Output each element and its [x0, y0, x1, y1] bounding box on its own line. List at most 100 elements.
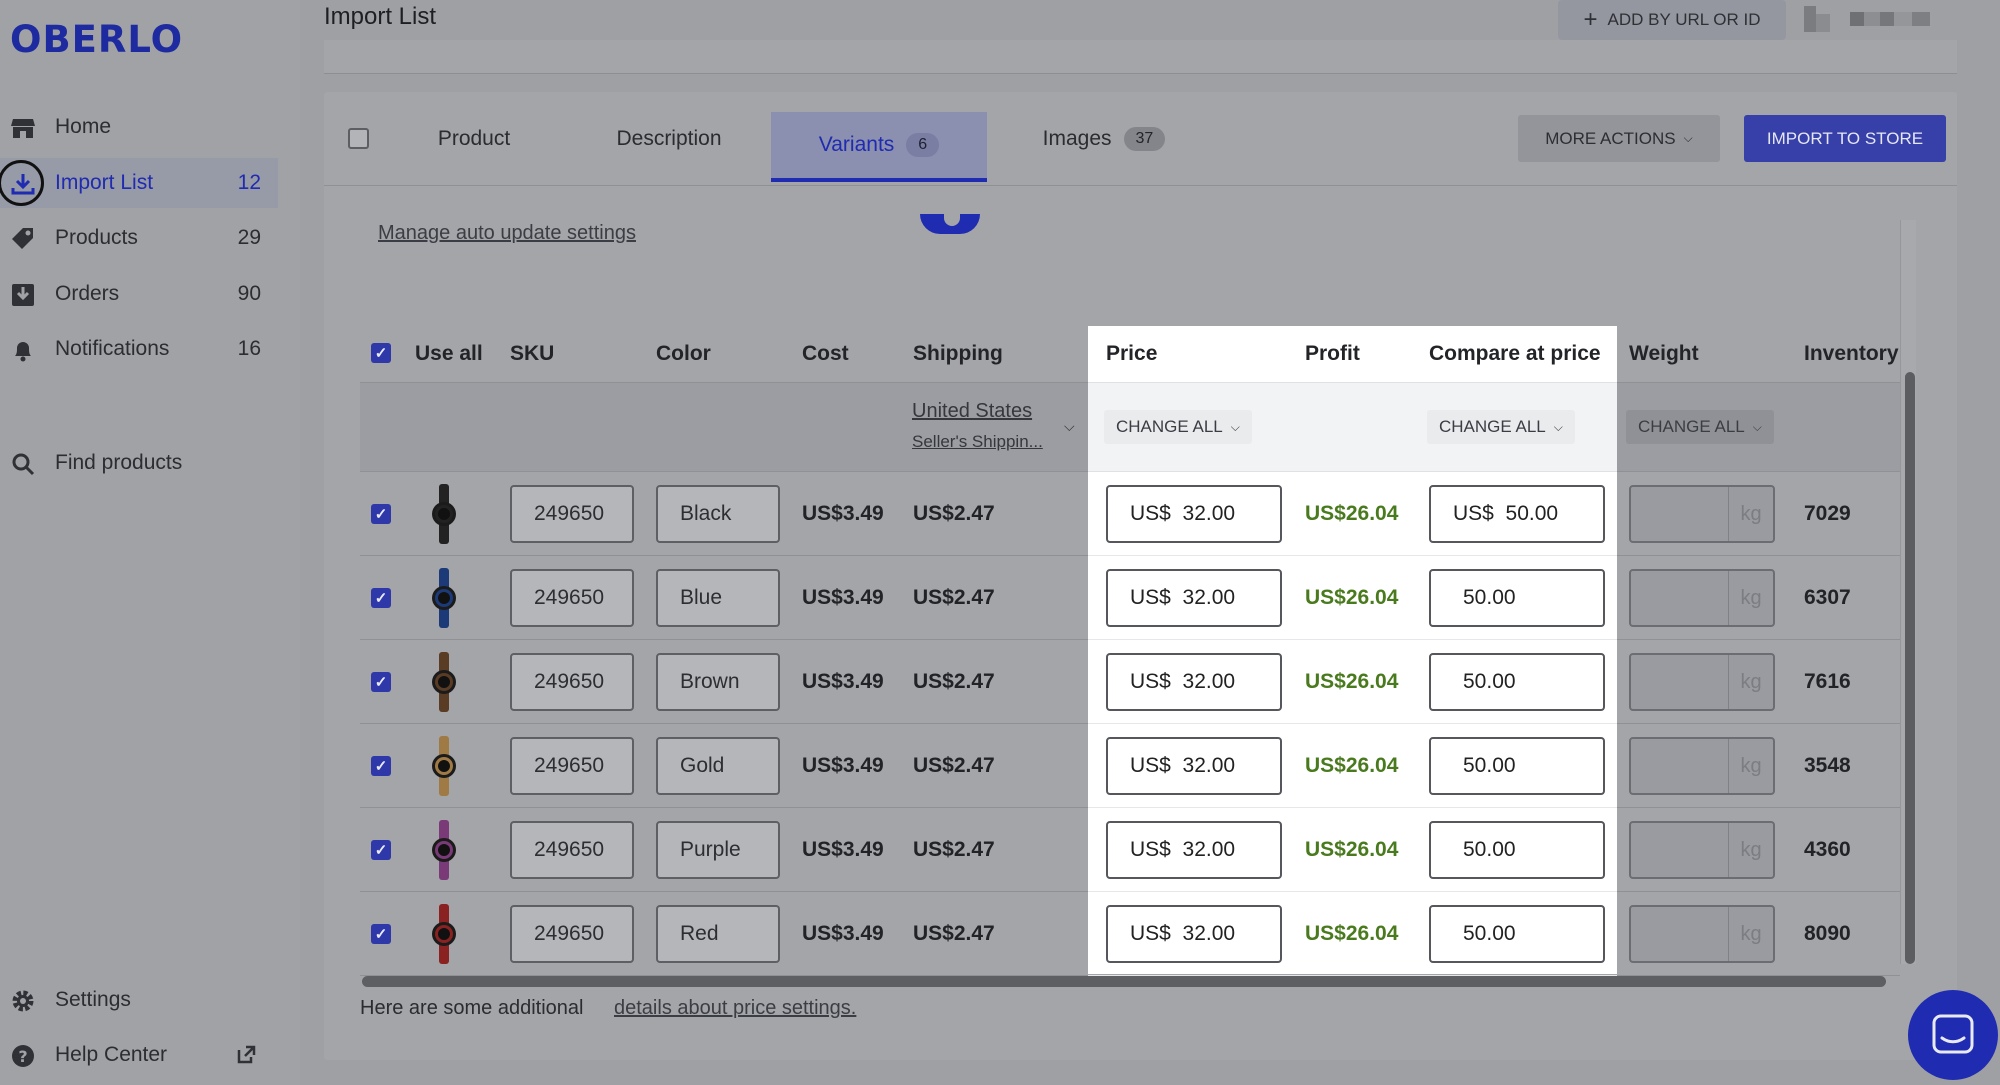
sidebar-item-notifications[interactable]: Notifications 16 [0, 324, 278, 374]
weight-input[interactable]: kg [1629, 653, 1775, 711]
profit-value: US$26.04 [1305, 754, 1399, 777]
sidebar-item-orders[interactable]: Orders 90 [0, 269, 278, 319]
sidebar-item-label: Import List [55, 171, 154, 194]
variant-thumbnail[interactable] [428, 484, 460, 544]
compare-at-price-input[interactable]: 50.00 [1429, 737, 1605, 795]
color-input[interactable]: Brown [656, 653, 780, 711]
currency-prefix: US$ [1130, 502, 1171, 525]
chat-icon [1932, 1014, 1974, 1054]
sidebar-item-products[interactable]: Products 29 [0, 213, 278, 263]
compare-at-price-input[interactable]: 50.00 [1429, 653, 1605, 711]
import-to-store-button[interactable]: IMPORT TO STORE [1744, 115, 1946, 162]
col-header-weight: Weight [1629, 342, 1699, 365]
sku-input[interactable]: 249650 [510, 485, 634, 543]
account-avatar[interactable] [1804, 6, 1944, 32]
manage-auto-update-link[interactable]: Manage auto update settings [378, 222, 636, 245]
price-input[interactable]: US$ 32.00 [1106, 821, 1282, 879]
tab-product[interactable]: Product [394, 92, 554, 186]
product-card: Product Description Variants 6 Images 37… [324, 92, 1957, 1060]
select-product-checkbox[interactable] [348, 128, 369, 149]
sidebar-item-find-products[interactable]: Find products [0, 438, 278, 488]
weight-input[interactable]: kg [1629, 905, 1775, 963]
tab-variants[interactable]: Variants 6 [771, 112, 987, 182]
color-input[interactable]: Black [656, 485, 780, 543]
price-input[interactable]: US$ 32.00 [1106, 737, 1282, 795]
chevron-down-icon: ⌵ [1752, 419, 1762, 434]
variant-thumbnail[interactable] [428, 736, 460, 796]
compare-at-price-input[interactable]: 50.00 [1429, 905, 1605, 963]
variant-checkbox[interactable]: ✓ [371, 672, 391, 692]
weight-input[interactable]: kg [1629, 821, 1775, 879]
add-by-url-label: ADD BY URL OR ID [1607, 10, 1761, 29]
horizontal-scrollbar[interactable] [362, 976, 1886, 987]
variant-checkbox[interactable]: ✓ [371, 840, 391, 860]
profit-value: US$26.04 [1305, 586, 1399, 609]
sidebar-item-help-center[interactable]: ? Help Center [0, 1030, 278, 1080]
variant-thumbnail[interactable] [428, 820, 460, 880]
sidebar: OBERLO Home Import List 12 Products 29 O… [0, 0, 300, 1085]
bell-icon [15, 342, 31, 362]
variant-checkbox[interactable]: ✓ [371, 924, 391, 944]
add-by-url-button[interactable]: + ADD BY URL OR ID [1558, 0, 1786, 40]
sidebar-item-home[interactable]: Home [0, 102, 278, 152]
price-value: 32.00 [1182, 670, 1236, 693]
compare-value: 50.00 [1463, 670, 1516, 693]
chevron-down-icon[interactable]: ⌵ [1064, 418, 1075, 435]
sku-input[interactable]: 249650 [510, 569, 634, 627]
tag-icon [12, 228, 33, 249]
variant-checkbox[interactable]: ✓ [371, 504, 391, 524]
variant-checkbox[interactable]: ✓ [371, 588, 391, 608]
cost-value: US$3.49 [802, 586, 884, 609]
sku-input[interactable]: 249650 [510, 905, 634, 963]
compare-change-all-button[interactable]: CHANGE ALL ⌵ [1427, 410, 1575, 444]
price-input[interactable]: US$ 32.00 [1106, 569, 1282, 627]
sku-input[interactable]: 249650 [510, 653, 634, 711]
weight-unit: kg [1728, 907, 1773, 961]
tab-description[interactable]: Description [574, 92, 764, 186]
sidebar-item-label: Find products [55, 451, 183, 474]
price-input[interactable]: US$ 32.00 [1106, 905, 1282, 963]
sidebar-item-count: 29 [237, 226, 261, 249]
price-settings-link[interactable]: details about price settings. [614, 997, 856, 1020]
color-input[interactable]: Blue [656, 569, 780, 627]
price-change-all-button[interactable]: CHANGE ALL ⌵ [1104, 410, 1252, 444]
variant-thumbnail[interactable] [428, 568, 460, 628]
vertical-scrollbar-thumb[interactable] [1905, 372, 1915, 964]
compare-at-price-input[interactable]: 50.00 [1429, 821, 1605, 879]
compare-at-price-input[interactable]: US$ 50.00 [1429, 485, 1605, 543]
tab-images[interactable]: Images 37 [1004, 92, 1204, 186]
price-input[interactable]: US$ 32.00 [1106, 485, 1282, 543]
price-value: 32.00 [1182, 754, 1236, 777]
sidebar-item-label: Products [55, 226, 138, 249]
variant-checkbox[interactable]: ✓ [371, 756, 391, 776]
compare-value: 50.00 [1463, 838, 1516, 861]
more-actions-button[interactable]: MORE ACTIONS ⌵ [1518, 115, 1720, 162]
auto-update-toggle[interactable] [920, 214, 980, 234]
store-icon [11, 119, 35, 138]
color-input[interactable]: Gold [656, 737, 780, 795]
weight-input[interactable]: kg [1629, 569, 1775, 627]
shipping-method-link[interactable]: Seller's Shippin... [912, 432, 1043, 452]
color-input[interactable]: Red [656, 905, 780, 963]
weight-change-all-button[interactable]: CHANGE ALL ⌵ [1626, 410, 1774, 444]
weight-input[interactable]: kg [1629, 737, 1775, 795]
change-all-label: CHANGE ALL [1439, 417, 1546, 436]
chat-button[interactable] [1908, 990, 1998, 1080]
inventory-value: 3548 [1804, 754, 1851, 777]
gear-icon [12, 990, 34, 1012]
sidebar-item-import-list[interactable]: Import List 12 [0, 158, 278, 208]
shipping-value: US$2.47 [913, 586, 995, 609]
compare-at-price-input[interactable]: 50.00 [1429, 569, 1605, 627]
shipping-country-link[interactable]: United States [912, 400, 1032, 423]
oberlo-logo[interactable]: OBERLO [10, 18, 183, 61]
weight-input[interactable]: kg [1629, 485, 1775, 543]
sidebar-item-settings[interactable]: Settings [0, 975, 278, 1025]
sku-input[interactable]: 249650 [510, 737, 634, 795]
sku-input[interactable]: 249650 [510, 821, 634, 879]
color-input[interactable]: Purple [656, 821, 780, 879]
price-input[interactable]: US$ 32.00 [1106, 653, 1282, 711]
variant-thumbnail[interactable] [428, 652, 460, 712]
sidebar-item-label: Orders [55, 282, 120, 305]
variant-thumbnail[interactable] [428, 904, 460, 964]
use-all-checkbox[interactable]: ✓ [371, 343, 391, 363]
